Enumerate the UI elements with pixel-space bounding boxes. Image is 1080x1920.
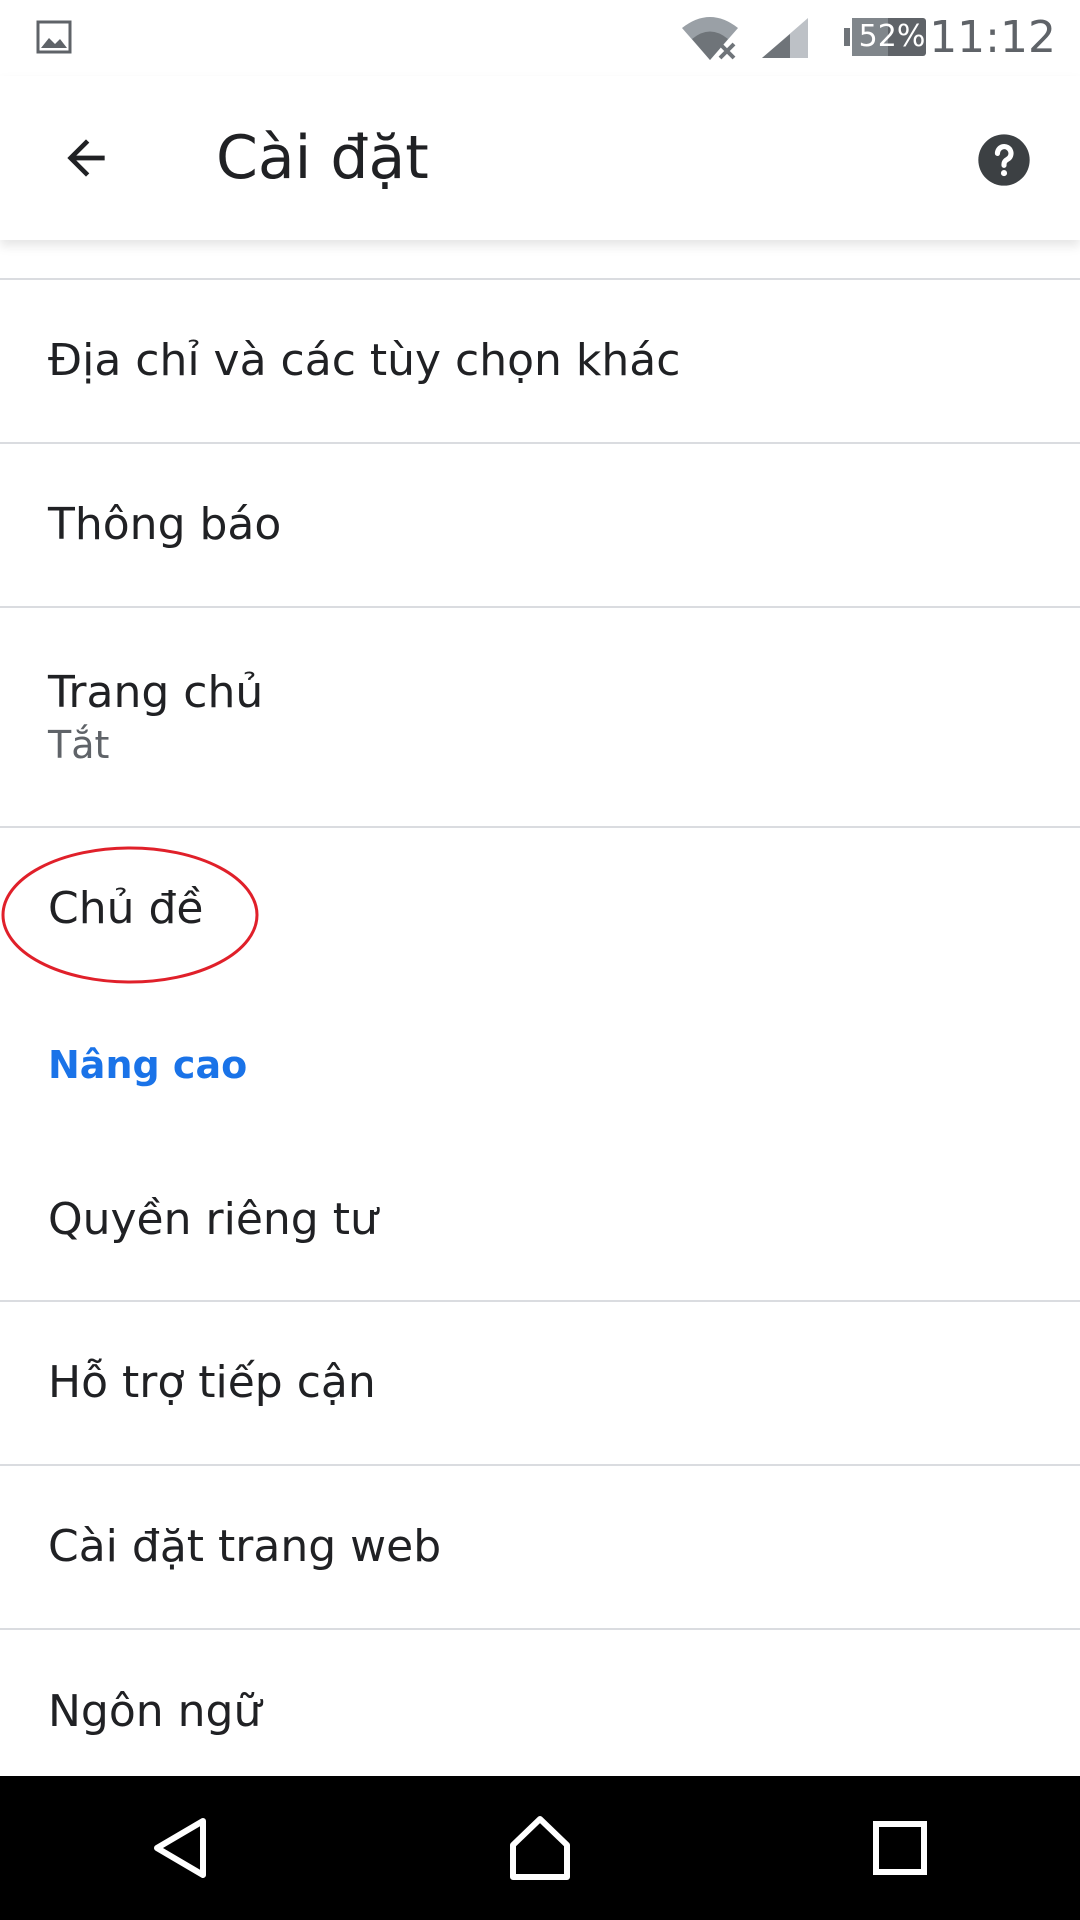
list-item-theme[interactable]: Chủ đề [0, 828, 1080, 990]
list-item-site-settings[interactable]: Cài đặt trang web [0, 1466, 1080, 1628]
list-item-label: Thông báo [48, 499, 282, 550]
help-button[interactable] [964, 120, 1044, 200]
arrow-left-icon [67, 139, 105, 177]
app-bar: Cài đặt [0, 76, 1080, 240]
battery-level: 52% [858, 19, 926, 54]
nav-recents-button[interactable] [840, 1788, 960, 1908]
help-circle-icon [978, 134, 1030, 186]
list-item-label: Quyền riêng tư [48, 1194, 378, 1245]
list-item-accessibility[interactable]: Hỗ trợ tiếp cận [0, 1302, 1080, 1464]
list-item-privacy[interactable]: Quyền riêng tư [0, 1140, 1080, 1300]
list-item-languages[interactable]: Ngôn ngữ [0, 1630, 1080, 1794]
list-item-label: Chủ đề [48, 883, 204, 934]
page-title: Cài đặt [216, 123, 429, 193]
nav-back-button[interactable] [120, 1788, 240, 1908]
signal-icon [762, 18, 808, 58]
gallery-icon [36, 20, 72, 54]
list-item-summary: Tắt [48, 723, 110, 767]
wifi-icon [682, 17, 738, 60]
list-item-label: Ngôn ngữ [48, 1686, 262, 1737]
recents-square-icon [873, 1821, 927, 1875]
list-item-label: Hỗ trợ tiếp cận [48, 1357, 376, 1408]
nav-home-button[interactable] [480, 1788, 600, 1908]
list-item-label: Địa chỉ và các tùy chọn khác [48, 335, 681, 386]
navigation-bar [0, 1776, 1080, 1920]
home-icon [510, 1816, 570, 1880]
clock-time: 11:12 [929, 12, 1056, 63]
list-item-label: Trang chủ [48, 667, 264, 718]
settings-list: Địa chỉ và các tùy chọn khác Thông báo T… [0, 240, 1080, 1794]
list-item-label: Cài đặt trang web [48, 1521, 442, 1572]
back-triangle-icon [154, 1818, 206, 1878]
section-header-advanced: Nâng cao [48, 1043, 248, 1087]
back-button[interactable] [40, 112, 132, 204]
list-item-homepage[interactable]: Trang chủ Tắt [0, 608, 1080, 826]
list-item-notifications[interactable]: Thông báo [0, 444, 1080, 606]
list-item-addresses[interactable]: Địa chỉ và các tùy chọn khác [0, 280, 1080, 442]
status-bar: 52% 11:12 [0, 0, 1080, 76]
